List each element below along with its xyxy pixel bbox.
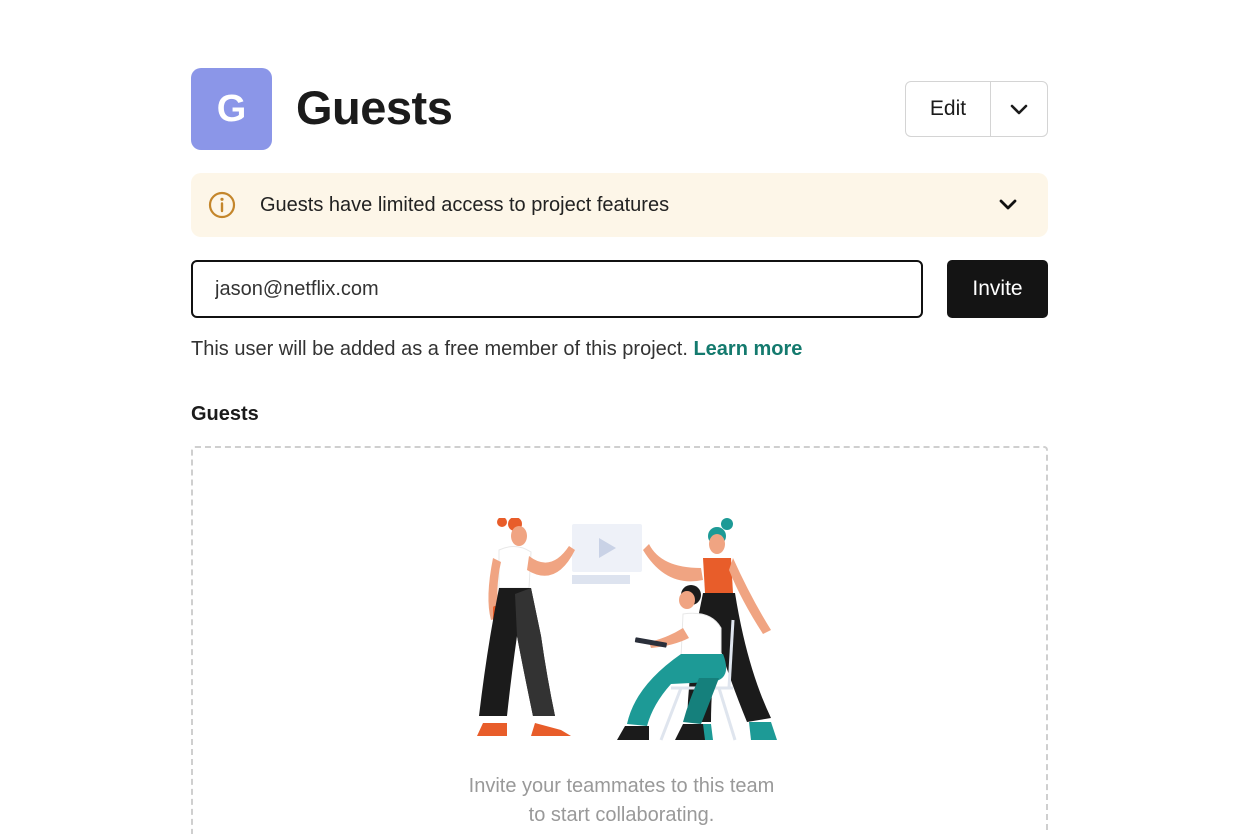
guests-empty-state: Invite your teammates to this team to st… — [191, 446, 1048, 834]
info-icon — [208, 191, 236, 219]
helper-text: This user will be added as a free member… — [191, 338, 802, 361]
avatar: G — [191, 68, 272, 150]
team-collaboration-illustration — [477, 518, 777, 741]
chevron-down-icon[interactable] — [998, 195, 1018, 215]
helper-message: This user will be added as a free member… — [191, 338, 688, 360]
banner-text: Guests have limited access to project fe… — [260, 193, 670, 216]
guest-access-banner[interactable]: Guests have limited access to project fe… — [191, 173, 1048, 237]
edit-menu-button[interactable] — [991, 82, 1047, 136]
edit-button[interactable]: Edit — [906, 82, 991, 136]
empty-state-line-1: Invite your teammates to this team — [468, 775, 775, 797]
page-header: G Guests Edit — [191, 68, 1048, 150]
learn-more-link[interactable]: Learn more — [693, 338, 802, 360]
empty-state-line-2: to start collaborating. — [528, 804, 715, 826]
chevron-down-icon — [1010, 104, 1028, 115]
guests-page: G Guests Edit Guests have limited access… — [191, 68, 1048, 834]
empty-state-message: Invite your teammates to this team to st… — [193, 772, 1050, 830]
invite-button[interactable]: Invite — [947, 260, 1048, 318]
page-title: Guests — [296, 81, 453, 134]
guests-section-label: Guests — [191, 403, 259, 425]
edit-button-group: Edit — [905, 81, 1048, 137]
email-input[interactable] — [191, 260, 923, 318]
